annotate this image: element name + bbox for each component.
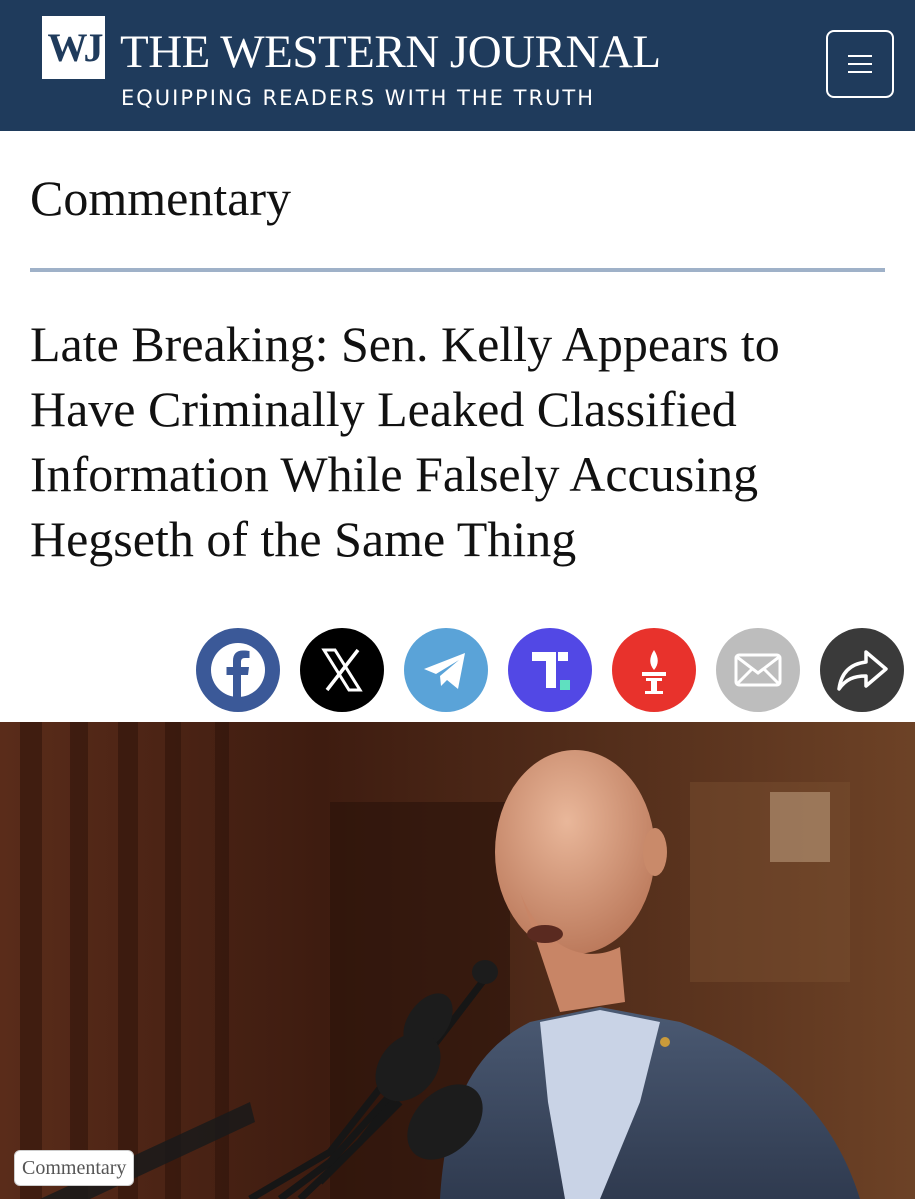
share-button[interactable] [820,628,904,712]
senator-at-podium-photo [0,722,915,1199]
truth-social-share-button[interactable] [508,628,592,712]
x-share-button[interactable] [300,628,384,712]
facebook-icon [211,643,265,697]
email-icon [734,653,782,687]
article-photo[interactable] [0,722,915,1199]
telegram-share-button[interactable] [404,628,488,712]
photo-category-badge[interactable]: Commentary [14,1150,135,1186]
telegram-icon [424,653,465,689]
masthead: WJ THE WESTERN JOURNAL EQUIPPING READERS… [0,0,915,131]
section-label[interactable]: Commentary [30,168,291,228]
email-share-button[interactable] [716,628,800,712]
truth-social-icon [532,652,570,690]
share-arrow-icon [837,650,888,691]
site-tagline: EQUIPPING READERS WITH THE TRUTH [121,86,596,110]
article-headline: Late Breaking: Sen. Kelly Appears to Hav… [30,316,780,567]
facebook-share-button[interactable] [196,628,280,712]
site-title[interactable]: THE WESTERN JOURNAL [120,26,661,78]
hamburger-menu-icon [848,55,872,57]
x-icon [321,648,363,692]
menu-button[interactable] [826,30,894,98]
gettr-icon [642,650,666,694]
gettr-share-button[interactable] [612,628,696,712]
site-logo[interactable]: WJ [42,16,105,79]
section-divider [30,268,885,272]
